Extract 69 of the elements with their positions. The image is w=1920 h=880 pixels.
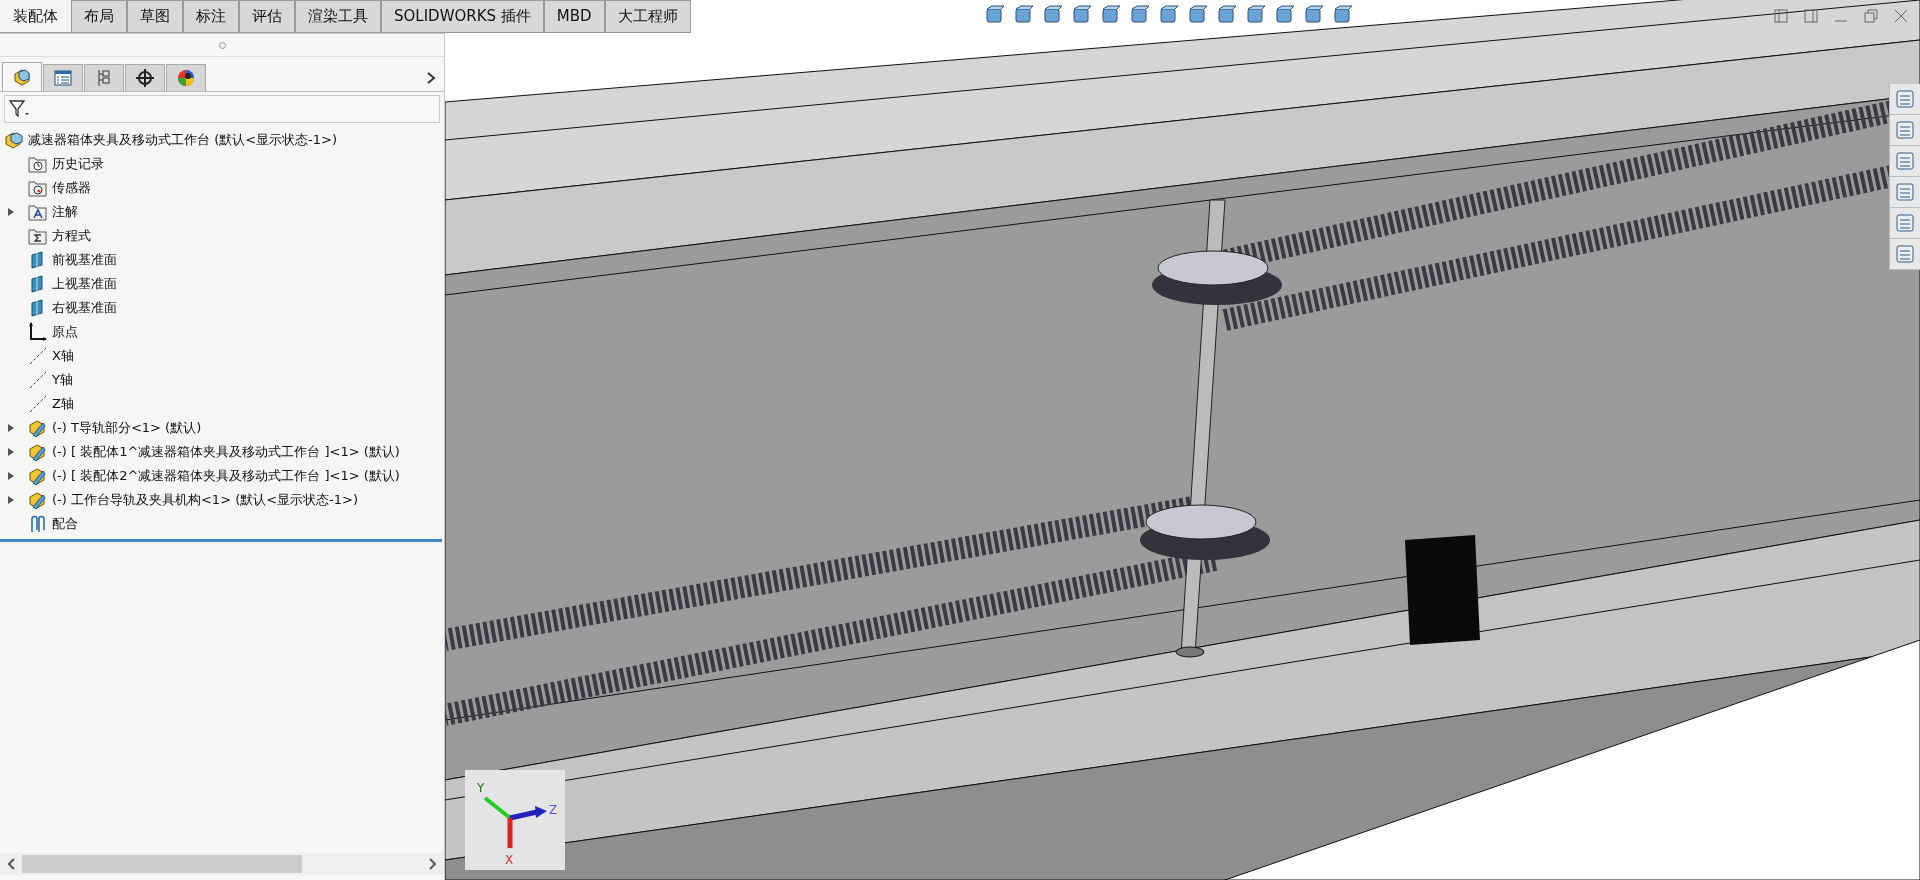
coordinate-triad-icon xyxy=(483,796,547,848)
equation-folder-icon xyxy=(28,226,48,246)
panel-tab[interactable] xyxy=(166,64,206,91)
panel-tab[interactable] xyxy=(43,64,83,91)
tree-item[interactable]: 历史记录 xyxy=(52,155,104,173)
tree-item[interactable]: 上视基准面 xyxy=(52,275,117,293)
subassembly-icon xyxy=(28,418,48,438)
expand-arrow-icon[interactable] xyxy=(8,447,14,457)
crosshair-icon xyxy=(135,68,155,88)
restore-icon[interactable] xyxy=(1864,9,1878,23)
tree-item[interactable]: (-) [ 装配体1^减速器箱体夹具及移动式工作台 ]<1> (默认) xyxy=(52,443,400,461)
assembly-icon xyxy=(4,130,24,150)
axis-icon xyxy=(28,370,48,390)
panel-right-icon[interactable] xyxy=(1804,9,1818,23)
scrollbar-thumb[interactable] xyxy=(22,855,302,873)
tree-item[interactable]: Y轴 xyxy=(52,371,73,389)
axis-icon xyxy=(28,346,48,366)
origin-icon xyxy=(28,322,48,342)
tree-item[interactable]: X轴 xyxy=(52,347,74,365)
tree-item[interactable]: (-) T导轨部分<1> (默认) xyxy=(52,419,202,437)
tree-item[interactable]: Z轴 xyxy=(52,395,74,413)
subassembly-icon xyxy=(28,466,48,486)
command-tab[interactable]: 大工程师 xyxy=(604,0,691,32)
chevron-right-icon[interactable] xyxy=(426,72,436,84)
tree-item[interactable]: 方程式 xyxy=(52,227,91,245)
axis-icon xyxy=(28,394,48,414)
command-tab[interactable]: 装配体 xyxy=(0,0,71,32)
command-tab[interactable]: 布局 xyxy=(71,0,127,32)
panel-tab[interactable] xyxy=(125,64,165,91)
property-list-icon xyxy=(53,68,73,88)
axis-label: Y xyxy=(477,781,485,795)
axis-label: Z xyxy=(549,803,558,817)
filter-field[interactable] xyxy=(4,95,440,123)
command-tab[interactable]: 草图 xyxy=(127,0,183,32)
command-tab[interactable]: 评估 xyxy=(239,0,295,32)
close-icon[interactable] xyxy=(1894,9,1908,23)
tree-item[interactable]: 配合 xyxy=(52,515,78,533)
sensor-folder-icon xyxy=(28,178,48,198)
tree-item[interactable]: (-) [ 装配体2^减速器箱体夹具及移动式工作台 ]<1> (默认) xyxy=(52,467,400,485)
command-tab[interactable]: 标注 xyxy=(183,0,239,32)
cube-icon[interactable] xyxy=(1331,4,1353,26)
tree-item[interactable]: (-) 工作台导轨及夹具机构<1> (默认<显示状态-1>) xyxy=(52,491,359,509)
paperclip-icon xyxy=(28,514,48,534)
subassembly-icon xyxy=(28,490,48,510)
tree-item[interactable]: 前视基准面 xyxy=(52,251,117,269)
expand-arrow-icon[interactable] xyxy=(8,207,14,217)
horizontal-scrollbar[interactable] xyxy=(0,853,444,875)
annotation-folder-icon xyxy=(28,202,48,222)
tree-item[interactable]: 右视基准面 xyxy=(52,299,117,317)
filter-icon xyxy=(8,99,30,119)
expand-arrow-icon[interactable] xyxy=(8,495,14,505)
assembly-icon xyxy=(12,67,32,87)
expand-arrow-icon[interactable] xyxy=(8,423,14,433)
command-tab[interactable]: 渲染工具 xyxy=(295,0,381,32)
panel-left-icon[interactable] xyxy=(1774,9,1788,23)
axis-label: X xyxy=(505,853,514,867)
tree-item[interactable]: 注解 xyxy=(52,203,78,221)
scroll-left-icon[interactable] xyxy=(6,857,16,871)
tree-item[interactable]: 原点 xyxy=(52,323,78,341)
command-tab[interactable]: MBD xyxy=(543,0,605,32)
scroll-right-icon[interactable] xyxy=(428,857,438,871)
color-ball-icon xyxy=(176,68,196,88)
command-tab[interactable]: SOLIDWORKS 插件 xyxy=(381,0,544,32)
tree-item[interactable]: 传感器 xyxy=(52,179,91,197)
history-folder-icon xyxy=(28,154,48,174)
tree-item[interactable]: 减速器箱体夹具及移动式工作台 (默认<显示状态-1>) xyxy=(28,131,338,149)
list-icon xyxy=(1894,243,1916,265)
expand-arrow-icon[interactable] xyxy=(8,471,14,481)
subassembly-icon xyxy=(28,442,48,462)
